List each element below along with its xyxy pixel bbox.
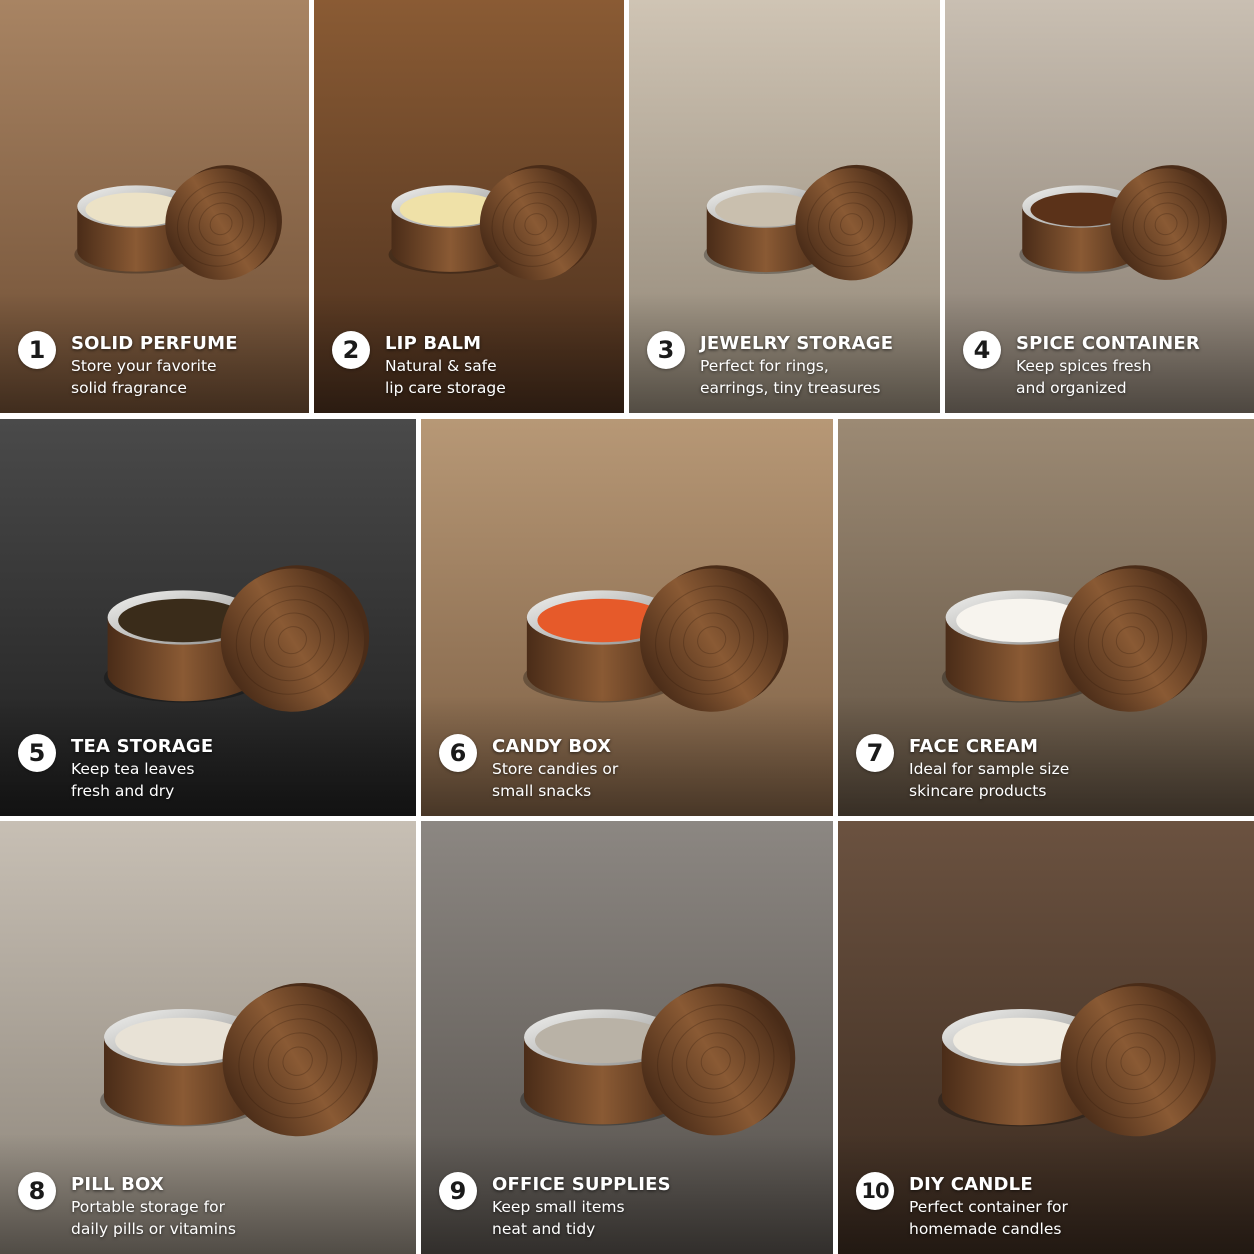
use-description-line2: skincare products [909, 782, 1047, 800]
tile-diy-candle: 10 DIY CANDLE Perfect container for home… [838, 821, 1254, 1254]
number-badge: 6 [439, 734, 477, 772]
tile-solid-perfume: 1 SOLID PERFUME Store your favorite soli… [0, 0, 309, 413]
tile-face-cream: 7 FACE CREAM Ideal for sample size skinc… [838, 419, 1254, 816]
use-title: TEA STORAGE [71, 736, 214, 757]
caption: 7 FACE CREAM Ideal for sample size skinc… [856, 734, 1070, 802]
caption: 3 JEWELRY STORAGE Perfect for rings, ear… [647, 331, 894, 399]
number-badge: 7 [856, 734, 894, 772]
use-description-line2: neat and tidy [492, 1220, 596, 1238]
number-badge: 10 [856, 1172, 894, 1210]
number-badge: 1 [18, 331, 56, 369]
number-badge: 4 [963, 331, 1001, 369]
use-description-line2: daily pills or vitamins [71, 1220, 236, 1238]
tile-candy-box: 6 CANDY BOX Store candies or small snack… [421, 419, 833, 816]
use-title: JEWELRY STORAGE [700, 333, 894, 354]
use-description-line1: Perfect for rings, [700, 357, 829, 375]
number-badge: 3 [647, 331, 685, 369]
number-badge: 8 [18, 1172, 56, 1210]
caption: 6 CANDY BOX Store candies or small snack… [439, 734, 619, 802]
use-title: LIP BALM [385, 333, 482, 354]
caption: 2 LIP BALM Natural & safe lip care stora… [332, 331, 506, 399]
use-description-line1: Keep spices fresh [1016, 357, 1152, 375]
use-description-line2: earrings, tiny treasures [700, 379, 881, 397]
number-badge: 9 [439, 1172, 477, 1210]
tile-jewelry-storage: 3 JEWELRY STORAGE Perfect for rings, ear… [629, 0, 940, 413]
use-title: SPICE CONTAINER [1016, 333, 1200, 354]
tile-tea-storage: 5 TEA STORAGE Keep tea leaves fresh and … [0, 419, 416, 816]
caption: 4 SPICE CONTAINER Keep spices fresh and … [963, 331, 1200, 399]
tile-pill-box: 8 PILL BOX Portable storage for daily pi… [0, 821, 416, 1254]
use-title: CANDY BOX [492, 736, 612, 757]
number-badge: 5 [18, 734, 56, 772]
tile-lip-balm: 2 LIP BALM Natural & safe lip care stora… [314, 0, 624, 413]
use-description-line1: Store your favorite [71, 357, 217, 375]
use-description-line2: small snacks [492, 782, 592, 800]
use-title: PILL BOX [71, 1174, 164, 1195]
use-description-line1: Portable storage for [71, 1198, 225, 1216]
number-badge: 2 [332, 331, 370, 369]
use-description-line1: Store candies or [492, 760, 619, 778]
use-description-line2: solid fragrance [71, 379, 187, 397]
use-description-line2: and organized [1016, 379, 1127, 397]
use-description-line1: Natural & safe [385, 357, 497, 375]
product-use-grid: 1 SOLID PERFUME Store your favorite soli… [0, 0, 1254, 1254]
use-description-line1: Keep tea leaves [71, 760, 195, 778]
caption: 5 TEA STORAGE Keep tea leaves fresh and … [18, 734, 214, 802]
tile-spice-container: 4 SPICE CONTAINER Keep spices fresh and … [945, 0, 1254, 413]
use-title: OFFICE SUPPLIES [492, 1174, 671, 1195]
use-description-line1: Ideal for sample size [909, 760, 1070, 778]
use-title: FACE CREAM [909, 736, 1039, 757]
use-description-line2: lip care storage [385, 379, 506, 397]
caption: 1 SOLID PERFUME Store your favorite soli… [18, 331, 238, 399]
use-title: SOLID PERFUME [71, 333, 238, 354]
caption: 9 OFFICE SUPPLIES Keep small items neat … [439, 1172, 671, 1240]
tile-office-supplies: 9 OFFICE SUPPLIES Keep small items neat … [421, 821, 833, 1254]
use-title: DIY CANDLE [909, 1174, 1033, 1195]
use-description-line2: homemade candles [909, 1220, 1062, 1238]
use-description-line1: Keep small items [492, 1198, 625, 1216]
use-description-line2: fresh and dry [71, 782, 175, 800]
use-description-line1: Perfect container for [909, 1198, 1068, 1216]
caption: 8 PILL BOX Portable storage for daily pi… [18, 1172, 236, 1240]
caption: 10 DIY CANDLE Perfect container for home… [856, 1172, 1068, 1240]
